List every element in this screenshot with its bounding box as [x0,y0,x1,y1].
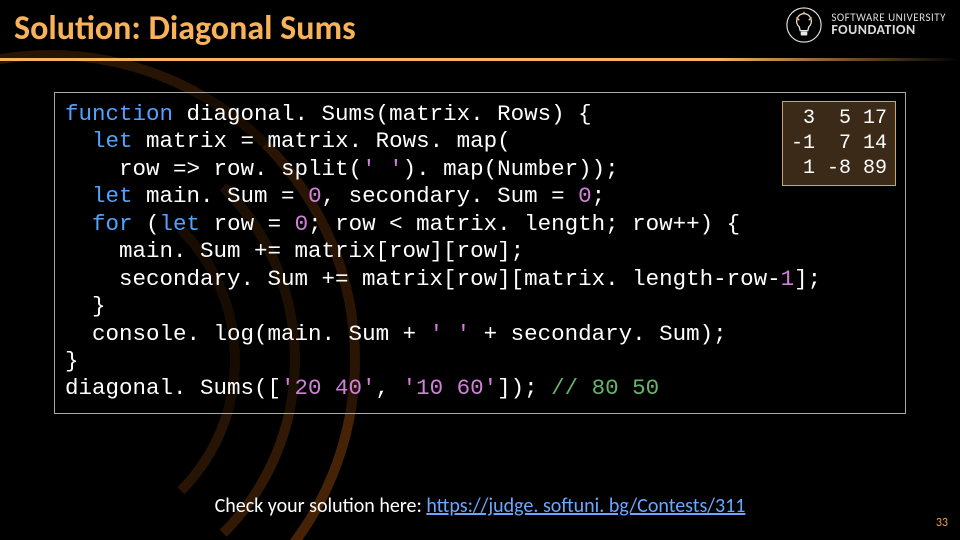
slide-number: 33 [936,516,948,530]
matrix-row-3: 1 -8 89 [791,156,887,181]
lightbulb-icon [785,6,823,44]
code-text: function diagonal. Sums(matrix. Rows) { … [65,101,895,403]
matrix-row-1: 3 5 17 [791,106,887,131]
check-prefix: Check your solution here: [215,494,427,518]
logo-line2: FOUNDATION [831,23,946,38]
title-underline [0,58,960,61]
softuni-logo: SOFTWARE UNIVERSITY FOUNDATION [785,6,946,44]
check-solution-line: Check your solution here: https://judge.… [0,494,960,518]
matrix-row-2: -1 7 14 [791,131,887,156]
judge-link[interactable]: https://judge. softuni. bg/Contests/311 [426,494,745,518]
example-matrix: 3 5 17 -1 7 14 1 -8 89 [782,101,896,186]
code-block: function diagonal. Sums(matrix. Rows) { … [54,92,906,414]
logo-text: SOFTWARE UNIVERSITY FOUNDATION [831,12,946,38]
slide-title: Solution: Diagonal Sums [14,8,356,49]
